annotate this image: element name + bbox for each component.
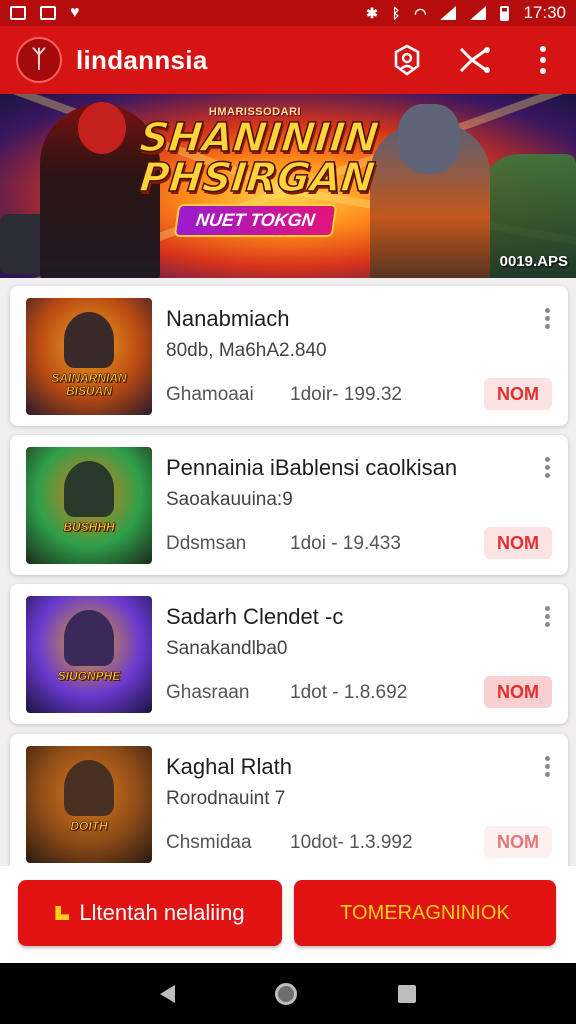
list-item-date: 1doir- 199.32 [290,384,402,405]
battery-icon [500,5,510,21]
list-item-title: Nanabmiach [166,306,290,331]
more-vert-icon[interactable] [540,308,554,329]
banner-title-line1: SHANINIIN [137,114,382,162]
secondary-action-label: TOMERAGNINIOK [340,901,510,924]
list-item-thumbnail: SIUGNPHE [26,596,152,713]
list-item-title: Sadarh Clendet -c [166,604,344,629]
thumbnail-caption: BUSHHH [63,520,115,534]
list-item-date: 10dot- 1.3.992 [290,832,413,853]
thumbnail-caption: SIUGNPHE [57,669,121,683]
list-item-thumbnail: SAINARNIAN BISUAN [26,298,152,415]
calendar-icon [40,6,56,20]
list-item-thumbnail: DOITH [26,746,152,863]
list-item-subtitle: Sanakandlba0 [166,638,288,659]
list-item-meta: Chsmidaa [166,832,252,853]
more-vert-button[interactable] [526,43,560,77]
now-badge-button[interactable]: NOM [484,527,552,559]
bottom-action-bar: Lltentah nelaliing TOMERAGNINIOK [0,866,576,963]
app-actions [390,43,560,77]
recents-icon[interactable] [397,984,416,1003]
more-vert-icon[interactable] [540,457,554,478]
primary-action-label: Lltentah nelaliing [79,900,245,925]
share-button[interactable] [458,43,492,77]
thumbnail-caption: SAINARNIAN BISUAN [51,371,127,398]
status-time: 17:30 [523,3,566,22]
app-bar: ᛉ lindannsia [0,26,576,94]
list-item-date: 1dot - 1.8.692 [290,682,408,703]
badge-icon [394,44,420,76]
flag-icon [55,906,70,920]
signal-icon [470,6,487,20]
banner-pill: NUET TOKGN [173,204,337,237]
badge-button[interactable] [390,43,424,77]
banner-title-group: HMARISSODARI SHANINIIN PHSIRGAN NUET TOK… [137,106,382,237]
list-item-meta: Ddsmsan [166,533,247,554]
list-item-meta: Ghamoaai [166,384,254,405]
list-item[interactable]: SAINARNIAN BISUAN Nanabmiach 80db, Ma6hA… [10,286,568,426]
promo-banner[interactable]: HMARISSODARI SHANINIIN PHSIRGAN NUET TOK… [0,94,576,278]
list-item-date: 1doi - 19.433 [290,533,401,554]
list-item-subtitle: 80db, Ma6hA2.840 [166,340,327,361]
list-item-title: Kaghal Rlath [166,754,292,779]
more-vert-icon[interactable] [540,606,554,627]
image-icon [10,6,26,20]
now-badge-button[interactable]: NOM [484,826,552,858]
banner-hero-right-head [398,104,460,174]
list-item[interactable]: SIUGNPHE Sadarh Clendet -c Sanakandlba0 … [10,584,568,724]
list-item-subtitle: Rorodnauint 7 [166,788,286,809]
banner-code: 0019.APS [499,253,568,270]
back-icon[interactable] [160,984,176,1003]
list-item-thumbnail: BUSHHH [26,447,152,564]
thumbnail-caption: DOITH [70,819,108,833]
app-logo-icon[interactable]: ᛉ [16,37,62,83]
more-vert-icon[interactable] [540,756,554,777]
banner-hero-left-head [78,102,126,154]
more-vert-icon [533,46,553,74]
now-badge-button[interactable]: NOM [484,378,552,410]
secondary-action-button[interactable]: TOMERAGNINIOK [294,880,556,946]
app-title: lindannsia [76,44,208,75]
heart-icon: ♥ [70,4,80,21]
list-item-subtitle: Saoakauuina:9 [166,489,293,510]
status-left-icons: ♥ [10,4,80,21]
primary-action-button[interactable]: Lltentah nelaliing [18,880,282,946]
bluetooth-icon: ᛒ [391,5,401,21]
list-item-meta: Ghasraan [166,682,250,703]
signal-icon [440,6,457,20]
list-item-title: Pennainia iBablensi caolkisan [166,455,458,480]
list-item[interactable]: BUSHHH Pennainia iBablensi caolkisan Sao… [10,435,568,575]
banner-title-line2: PHSIRGAN [137,154,378,202]
bluetooth-icon: ✱ [366,4,378,21]
now-badge-button[interactable]: NOM [484,676,552,708]
status-right-icons: ✱ ᛒ ◠ 17:30 [366,3,566,23]
status-bar: ♥ ✱ ᛒ ◠ 17:30 [0,0,576,26]
list-item[interactable]: DOITH Kaghal Rlath Rorodnauint 7 Chsmida… [10,734,568,874]
home-icon[interactable] [275,982,298,1005]
wifi-icon: ◠ [414,4,427,21]
share-icon [459,47,490,73]
system-nav-bar [0,963,576,1024]
